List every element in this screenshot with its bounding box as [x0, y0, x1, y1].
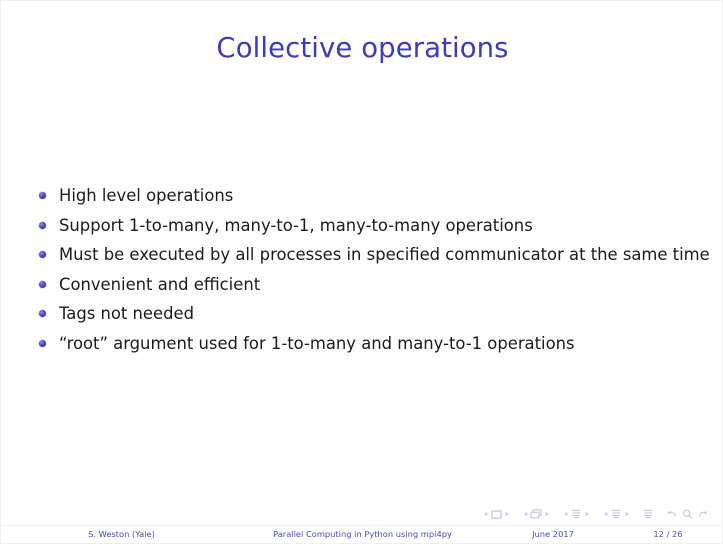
- list-item: “root” argument used for 1-to-many and m…: [37, 332, 721, 355]
- section-icon[interactable]: [610, 509, 623, 520]
- bullet-ball-icon: [39, 251, 46, 258]
- list-item-label: Must be executed by all processes in spe…: [59, 245, 710, 264]
- document-navigation-group[interactable]: [666, 509, 709, 520]
- section-navigation-group[interactable]: ◂ ▸: [601, 509, 632, 520]
- search-icon[interactable]: [681, 509, 694, 520]
- next-section-arrow-icon[interactable]: ▸: [623, 510, 632, 518]
- footer-page-number: 12 / 26: [653, 529, 683, 539]
- bullet-ball-icon: [39, 192, 46, 199]
- list-item: Tags not needed: [37, 302, 721, 325]
- footer-date: June 2017: [532, 529, 574, 539]
- frame-navigation-group[interactable]: ◂ ▸: [521, 509, 552, 520]
- subsection-navigation-group[interactable]: ◂ ▸: [561, 509, 592, 520]
- presentation-icon[interactable]: [641, 509, 654, 520]
- slide-navigation-group[interactable]: ◂ ▸: [481, 509, 512, 520]
- list-item: Convenient and efficient: [37, 273, 721, 296]
- footer-presentation-title: Parallel Computing in Python using mpi4p…: [273, 529, 452, 539]
- next-frame-arrow-icon[interactable]: ▸: [543, 510, 552, 518]
- subsection-icon[interactable]: [570, 509, 583, 520]
- back-arrow-icon[interactable]: [666, 509, 679, 520]
- bullet-ball-icon: [39, 310, 46, 317]
- next-slide-arrow-icon[interactable]: ▸: [503, 510, 512, 518]
- bullet-list: High level operations Support 1-to-many,…: [37, 184, 721, 355]
- forward-arrow-icon[interactable]: [696, 509, 709, 520]
- page-title: Collective operations: [216, 32, 509, 64]
- list-item-label: Convenient and efficient: [59, 274, 261, 294]
- footer-author: S. Weston (Yale): [88, 529, 155, 539]
- slide-content: High level operations Support 1-to-many,…: [37, 184, 721, 361]
- list-item: High level operations: [37, 184, 721, 207]
- list-item-label: Tags not needed: [59, 304, 194, 323]
- bullet-ball-icon: [39, 339, 46, 347]
- previous-frame-arrow-icon[interactable]: ◂: [521, 510, 530, 518]
- bullet-ball-icon: [39, 280, 46, 288]
- list-item: Must be executed by all processes in spe…: [37, 243, 721, 266]
- bullet-ball-icon: [39, 221, 46, 229]
- next-subsection-arrow-icon[interactable]: ▸: [583, 510, 592, 518]
- list-item-label: High level operations: [59, 186, 234, 205]
- previous-subsection-arrow-icon[interactable]: ◂: [561, 510, 570, 518]
- slide-icon[interactable]: [490, 509, 503, 520]
- presentation-navigation-group[interactable]: [641, 509, 654, 520]
- previous-slide-arrow-icon[interactable]: ◂: [481, 510, 490, 518]
- previous-section-arrow-icon[interactable]: ◂: [601, 510, 610, 518]
- list-item-label: Support 1-to-many, many-to-1, many-to-ma…: [59, 215, 533, 235]
- beamer-navigation-bar[interactable]: ◂ ▸ ◂ ▸ ◂ ▸ ◂ ▸: [481, 507, 709, 521]
- list-item: Support 1-to-many, many-to-1, many-to-ma…: [37, 214, 721, 237]
- frame-icon[interactable]: [530, 509, 543, 520]
- presentation-slide: Collective operations High level operati…: [0, 0, 723, 544]
- footer-bar: S. Weston (Yale) Parallel Computing in P…: [1, 525, 722, 543]
- list-item-label: “root” argument used for 1-to-many and m…: [59, 333, 575, 353]
